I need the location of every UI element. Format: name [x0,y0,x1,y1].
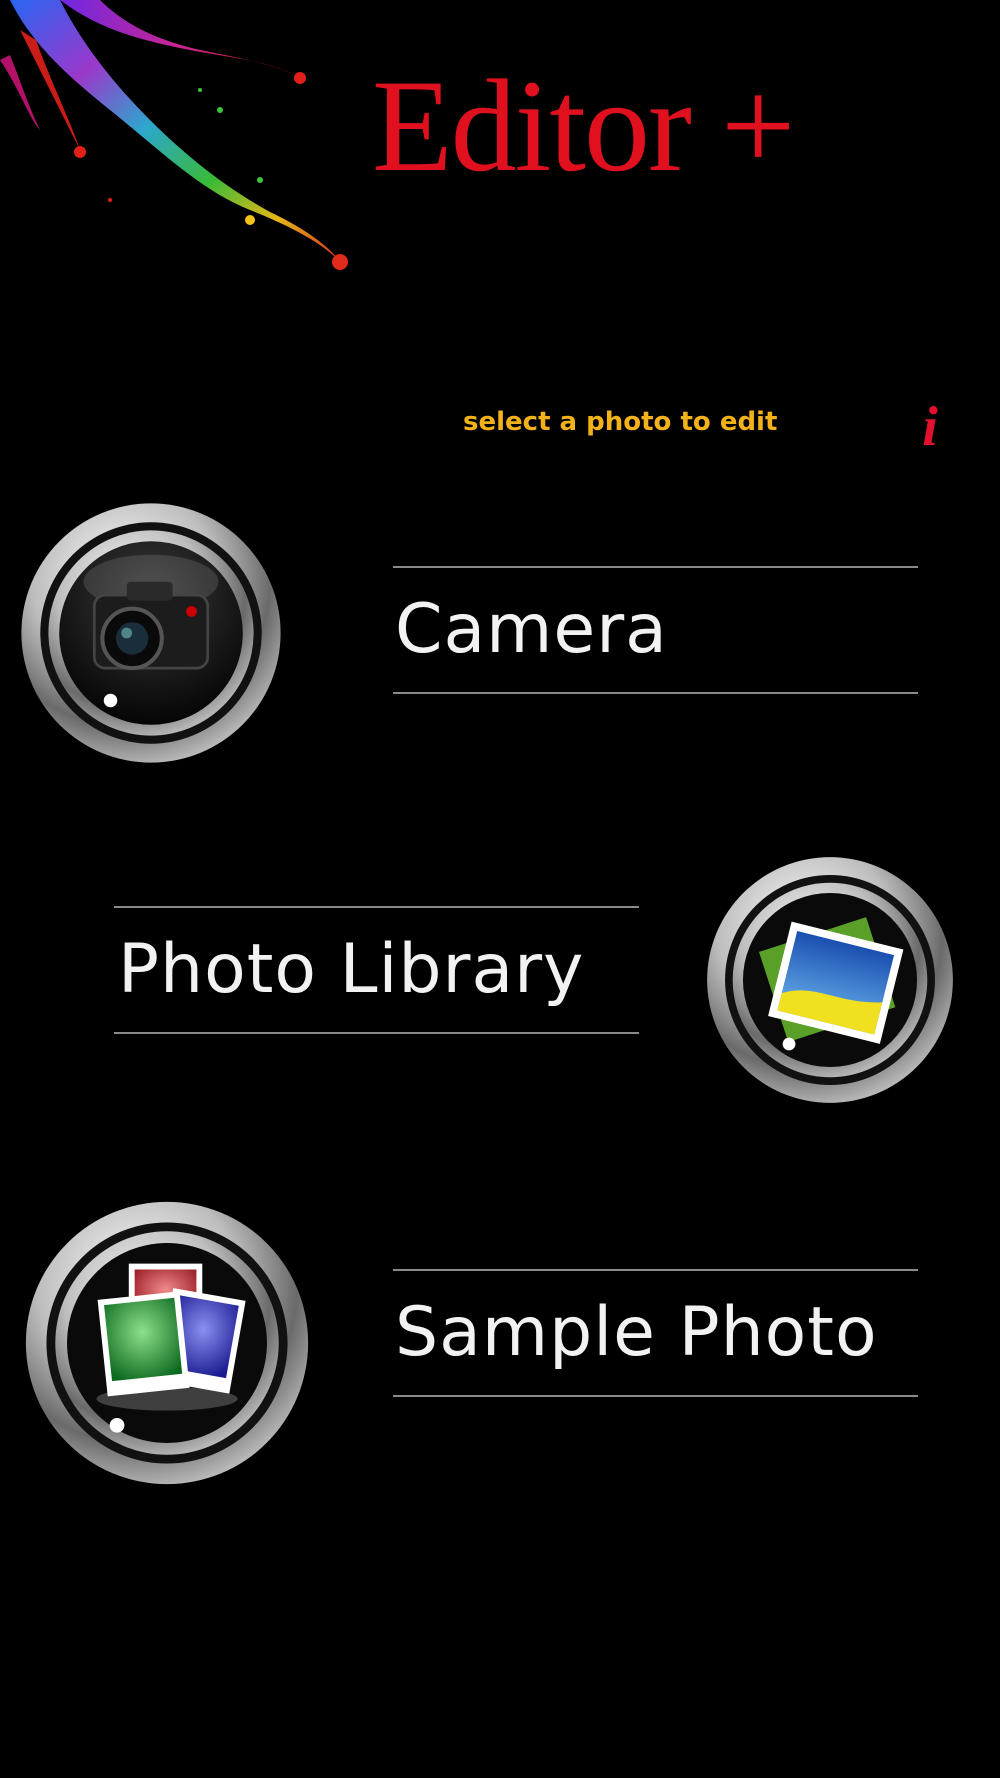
info-button[interactable]: i [910,392,950,462]
paint-splash-graphic [0,0,348,270]
sample-photos-icon [25,1201,309,1485]
instruction-text: select a photo to edit [463,407,778,437]
photo-library-button[interactable] [702,852,958,1108]
photo-library-icon [707,857,953,1103]
camera-option[interactable]: Camera [393,566,918,694]
photo-library-option[interactable]: Photo Library [114,906,639,1034]
editor-home-screen: Editor + select a photo to edit i Camera… [0,0,1000,1778]
camera-button[interactable] [16,498,286,768]
sample-photo-option[interactable]: Sample Photo [393,1269,918,1397]
app-title: Editor + [372,52,795,199]
camera-icon [21,503,281,763]
sample-photo-button[interactable] [20,1196,314,1490]
